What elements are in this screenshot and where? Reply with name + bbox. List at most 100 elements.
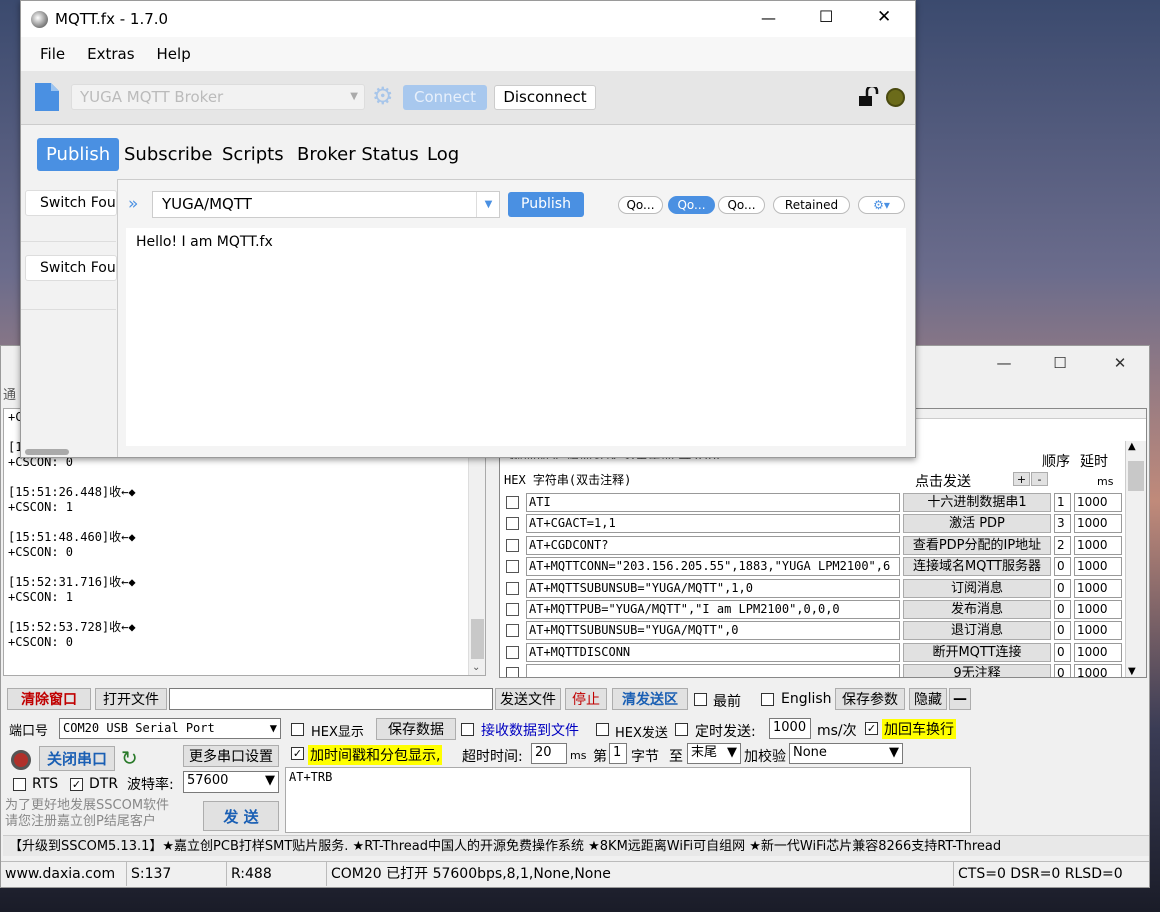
row-command-input[interactable]: AT+CGDCONT? bbox=[526, 535, 900, 555]
recv-to-file-checkbox[interactable] bbox=[461, 723, 474, 736]
qos0-toggle[interactable]: Qo... bbox=[618, 196, 663, 214]
row-order-input[interactable]: 1 bbox=[1054, 493, 1071, 512]
send-textarea[interactable]: AT+TRB bbox=[285, 767, 971, 833]
row-order-input[interactable]: 0 bbox=[1054, 642, 1071, 662]
row-delay-input[interactable]: 1000 bbox=[1074, 621, 1122, 641]
close-button[interactable]: ✕ bbox=[1091, 346, 1149, 380]
message-textarea[interactable]: Hello! I am MQTT.fx bbox=[126, 228, 906, 446]
more-settings-button[interactable]: 更多串口设置 bbox=[183, 745, 279, 767]
row-send-button[interactable]: 查看PDP分配的IP地址 bbox=[903, 535, 1051, 555]
row-command-input[interactable]: ATI bbox=[526, 493, 900, 512]
row-delay-input[interactable]: 1000 bbox=[1074, 642, 1122, 662]
byte-no-input[interactable]: 1 bbox=[609, 743, 627, 764]
row-command-input[interactable]: AT+MQTTDISCONN bbox=[526, 642, 900, 662]
tab-broker-status[interactable]: Broker Status bbox=[288, 138, 428, 171]
row-order-input[interactable]: 0 bbox=[1054, 557, 1071, 577]
english-checkbox[interactable] bbox=[761, 693, 774, 706]
menu-extras[interactable]: Extras bbox=[76, 37, 145, 71]
add-crlf-checkbox[interactable]: ✓ bbox=[865, 722, 878, 735]
minimize-button[interactable]: — bbox=[975, 346, 1033, 380]
row-command-input[interactable]: AT+MQTTPUB="YUGA/MQTT","I am LPM2100",0,… bbox=[526, 600, 900, 619]
row-delay-input[interactable]: 1000 bbox=[1074, 514, 1122, 534]
settings-dropdown[interactable]: ⚙▾ bbox=[858, 196, 905, 214]
qos1-toggle[interactable]: Qo... bbox=[668, 196, 715, 214]
refresh-icon[interactable]: ↻ bbox=[121, 746, 138, 770]
interval-input[interactable]: 1000 bbox=[769, 718, 811, 739]
row-delay-input[interactable]: 1000 bbox=[1074, 600, 1122, 619]
menu-file[interactable]: File bbox=[21, 37, 76, 71]
remove-row-button[interactable]: - bbox=[1031, 472, 1048, 486]
row-hex-checkbox[interactable] bbox=[506, 624, 519, 638]
down-arrow-icon[interactable]: ▼ bbox=[1128, 666, 1136, 677]
hex-send-checkbox[interactable] bbox=[596, 723, 609, 736]
multi-send-scrollbar[interactable]: ▲ ▼ bbox=[1125, 441, 1146, 677]
file-path-input[interactable] bbox=[169, 688, 493, 710]
timeout-input[interactable]: 20 bbox=[531, 743, 567, 764]
menu-help[interactable]: Help bbox=[146, 37, 202, 71]
publish-button[interactable]: Publish bbox=[508, 192, 584, 217]
log-scroll-thumb[interactable] bbox=[471, 619, 484, 659]
tab-subscribe[interactable]: Subscribe bbox=[115, 138, 221, 171]
switch-focus-button[interactable]: Switch Fou bbox=[25, 190, 117, 216]
save-params-button[interactable]: 保存参数 bbox=[835, 688, 905, 710]
row-send-button[interactable]: 9无注释 bbox=[903, 664, 1051, 677]
row-hex-checkbox[interactable] bbox=[506, 517, 519, 531]
row-send-button[interactable]: 激活 PDP bbox=[903, 514, 1051, 534]
row-send-button[interactable]: 退订消息 bbox=[903, 621, 1051, 641]
row-delay-input[interactable]: 1000 bbox=[1074, 664, 1122, 677]
qos2-toggle[interactable]: Qo... bbox=[718, 196, 765, 214]
up-arrow-icon[interactable]: ▲ bbox=[1128, 441, 1136, 452]
row-hex-checkbox[interactable] bbox=[506, 496, 519, 509]
maximize-button[interactable]: ☐ bbox=[1031, 346, 1089, 380]
collapse-button[interactable]: — bbox=[949, 688, 971, 710]
row-order-input[interactable]: 2 bbox=[1054, 535, 1071, 555]
row-order-input[interactable]: 3 bbox=[1054, 514, 1071, 534]
tab-log[interactable]: Log bbox=[418, 138, 468, 171]
row-send-button[interactable]: 断开MQTT连接 bbox=[903, 642, 1051, 662]
row-hex-checkbox[interactable] bbox=[506, 667, 519, 677]
stop-button[interactable]: 停止 bbox=[565, 688, 607, 710]
broker-select[interactable]: YUGA MQTT Broker ▼ bbox=[71, 84, 365, 110]
checksum-select[interactable]: None ▼ bbox=[789, 743, 903, 764]
disconnect-button[interactable]: Disconnect bbox=[494, 85, 596, 110]
end-select[interactable]: 末尾 ▼ bbox=[687, 743, 741, 764]
close-port-button[interactable]: 关闭串口 bbox=[39, 746, 115, 771]
row-send-button[interactable]: 订阅消息 bbox=[903, 578, 1051, 598]
minimize-button[interactable]: — bbox=[761, 9, 776, 27]
row-command-input[interactable]: AT+MQTTSUBUNSUB="YUGA/MQTT",0 bbox=[526, 621, 900, 641]
save-data-button[interactable]: 保存数据 bbox=[376, 718, 456, 740]
row-order-input[interactable]: 0 bbox=[1054, 621, 1071, 641]
rts-checkbox[interactable] bbox=[13, 778, 26, 791]
topic-input[interactable]: YUGA/MQTT bbox=[152, 191, 500, 218]
connect-button[interactable]: Connect bbox=[403, 85, 487, 110]
horizontal-scroll-thumb[interactable] bbox=[25, 449, 69, 455]
switch-focus-button-2[interactable]: Switch Fou bbox=[25, 255, 117, 281]
send-button[interactable]: 发 送 bbox=[203, 801, 279, 831]
row-command-input[interactable]: AT+CGACT=1,1 bbox=[526, 514, 900, 534]
send-file-button[interactable]: 发送文件 bbox=[495, 688, 561, 710]
file-icon[interactable] bbox=[35, 83, 59, 111]
row-send-button[interactable]: 发布消息 bbox=[903, 600, 1051, 619]
clear-send-button[interactable]: 清发送区 bbox=[612, 688, 688, 710]
hex-display-checkbox[interactable] bbox=[291, 723, 304, 736]
maximize-button[interactable]: ☐ bbox=[819, 7, 833, 26]
row-delay-input[interactable]: 1000 bbox=[1074, 493, 1122, 512]
row-order-input[interactable]: 0 bbox=[1054, 664, 1071, 677]
port-select[interactable]: COM20 USB Serial Port ▼ bbox=[59, 718, 281, 739]
tab-publish[interactable]: Publish bbox=[37, 138, 120, 171]
topmost-checkbox[interactable] bbox=[694, 693, 707, 706]
baud-select[interactable]: 57600 ▼ bbox=[183, 771, 279, 793]
row-order-input[interactable]: 0 bbox=[1054, 578, 1071, 598]
row-command-input[interactable] bbox=[526, 664, 900, 677]
row-command-input[interactable]: AT+MQTTSUBUNSUB="YUGA/MQTT",1,0 bbox=[526, 578, 900, 598]
row-command-input[interactable]: AT+MQTTCONN="203.156.205.55",1883,"YUGA … bbox=[526, 557, 900, 577]
row-hex-checkbox[interactable] bbox=[506, 560, 519, 574]
retained-toggle[interactable]: Retained bbox=[773, 196, 850, 214]
row-hex-checkbox[interactable] bbox=[506, 538, 519, 552]
clear-window-button[interactable]: 清除窗口 bbox=[7, 688, 91, 710]
add-row-button[interactable]: + bbox=[1013, 472, 1030, 486]
row-hex-checkbox[interactable] bbox=[506, 581, 519, 595]
row-send-button[interactable]: 连接域名MQTT服务器 bbox=[903, 557, 1051, 577]
hide-button[interactable]: 隐藏 bbox=[909, 688, 947, 710]
row-hex-checkbox[interactable] bbox=[506, 645, 519, 659]
